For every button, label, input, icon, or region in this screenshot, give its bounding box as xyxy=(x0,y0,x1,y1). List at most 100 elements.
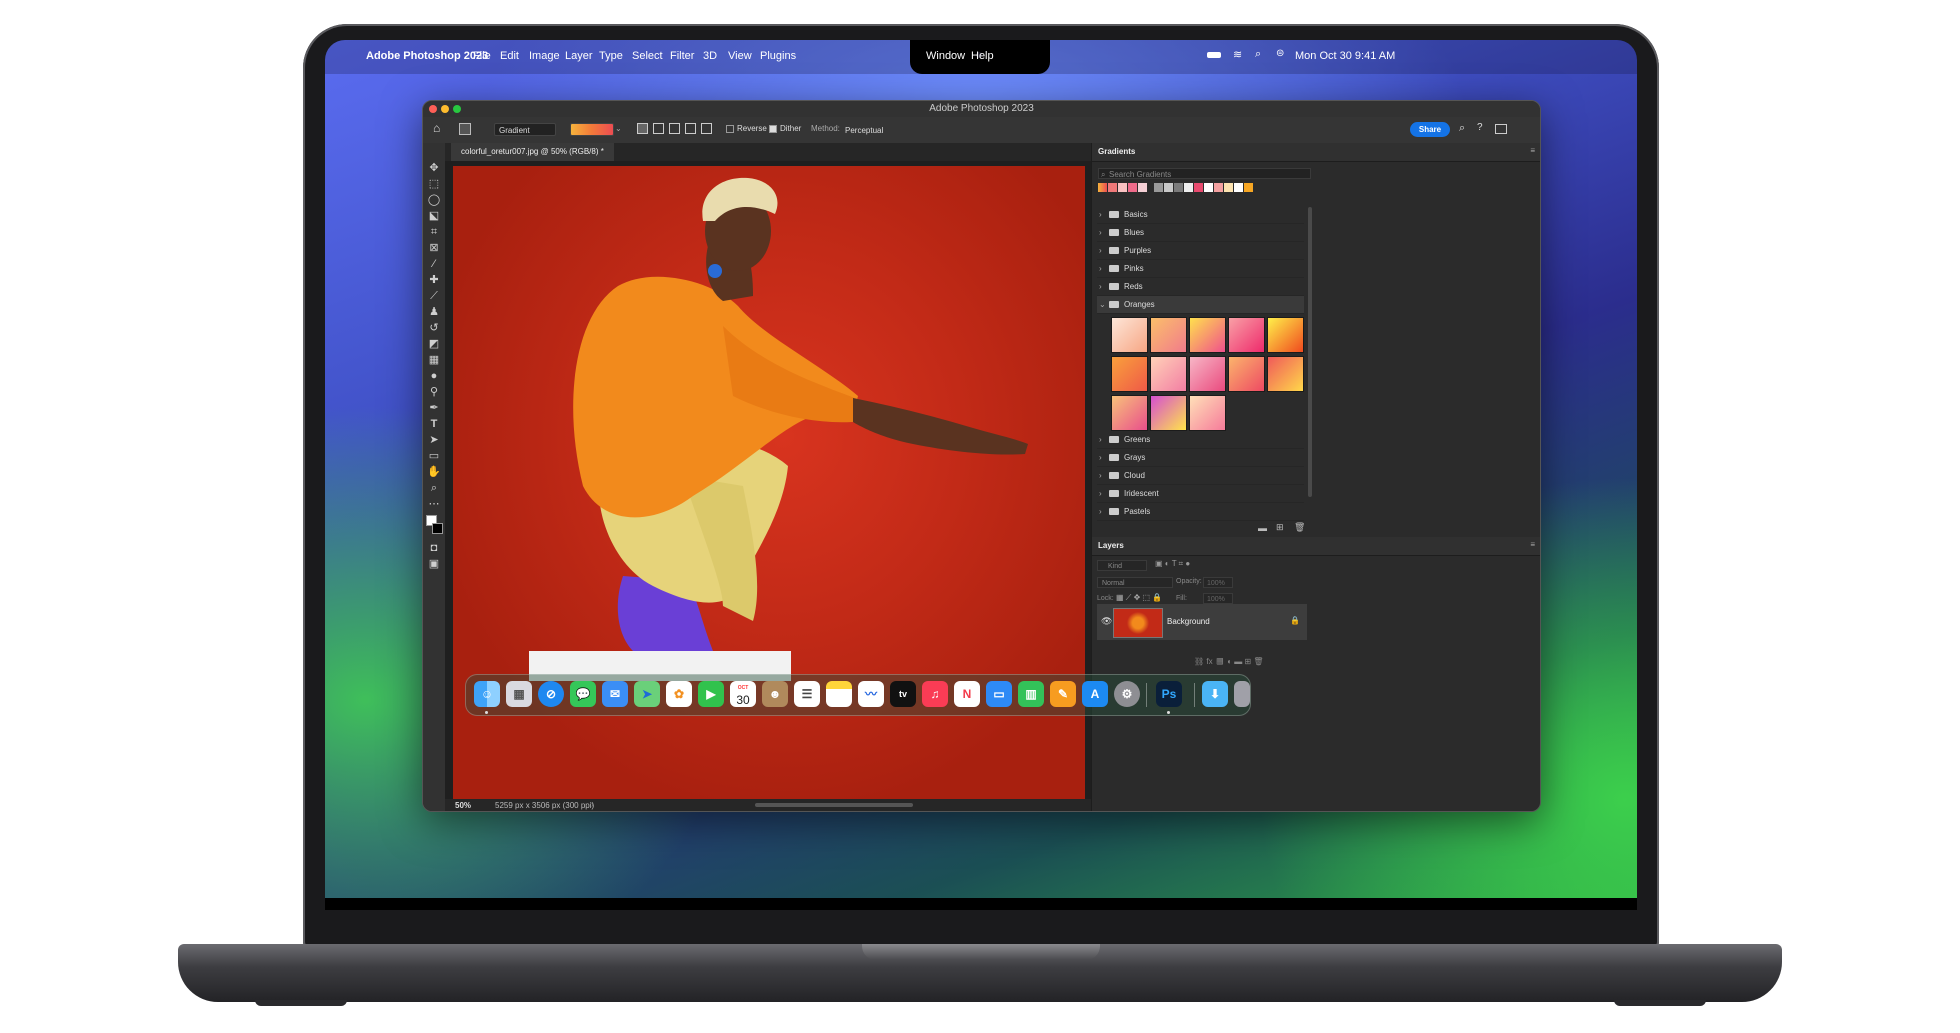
menu-type[interactable]: Type xyxy=(599,50,623,62)
layer-row-background[interactable]: 👁 Background 🔒 xyxy=(1097,604,1307,640)
chevron-down-icon[interactable]: ⌄ xyxy=(615,124,622,133)
folder-pinks[interactable]: › Pinks xyxy=(1097,260,1304,278)
document-tab[interactable]: colorful_oretur007.jpg @ 50% (RGB/8) * xyxy=(451,143,614,161)
recent-gradient-swatch[interactable] xyxy=(1138,183,1147,192)
menu-view[interactable]: View xyxy=(728,50,752,62)
gradient-tile[interactable] xyxy=(1267,317,1304,353)
mail-icon[interactable]: ✉ xyxy=(602,681,628,707)
object-select-tool-icon[interactable]: ⬕ xyxy=(427,209,441,223)
menu-plugins[interactable]: Plugins xyxy=(760,50,796,62)
downloads-folder-icon[interactable]: ⬇ xyxy=(1202,681,1228,707)
recent-gradient-swatch[interactable] xyxy=(1244,183,1253,192)
gradient-tile[interactable] xyxy=(1111,356,1148,392)
menu-help[interactable]: Help xyxy=(971,50,994,62)
minimize-window-button[interactable] xyxy=(441,105,449,113)
gradient-tile[interactable] xyxy=(1189,395,1226,431)
pen-tool-icon[interactable]: ✒ xyxy=(427,401,441,415)
folder-cloud[interactable]: › Cloud xyxy=(1097,467,1304,485)
screen-mode-icon[interactable]: ▣ xyxy=(427,557,441,571)
horizontal-scrollbar[interactable] xyxy=(755,803,913,807)
battery-icon[interactable] xyxy=(1207,52,1221,58)
safari-icon[interactable]: ⊘ xyxy=(538,681,564,707)
frame-tool-icon[interactable]: ⊠ xyxy=(427,241,441,255)
trash-icon[interactable]: 🗑 xyxy=(1294,522,1305,533)
gradient-tile[interactable] xyxy=(1150,356,1187,392)
layer-filter-icons[interactable]: ▣ ◐ T ⌗ ● xyxy=(1155,559,1190,569)
gradient-tile[interactable] xyxy=(1111,317,1148,353)
crop-tool-icon[interactable]: ⌗ xyxy=(427,225,441,239)
gradient-tile[interactable] xyxy=(1267,356,1304,392)
menu-edit[interactable]: Edit xyxy=(500,50,519,62)
menu-window[interactable]: Window xyxy=(926,50,965,62)
dodge-tool-icon[interactable]: ⚲ xyxy=(427,385,441,399)
folder-iridescent[interactable]: › Iridescent xyxy=(1097,485,1304,503)
blur-tool-icon[interactable]: ● xyxy=(427,369,441,383)
gradient-tile[interactable] xyxy=(1150,395,1187,431)
new-folder-icon[interactable]: ▬ xyxy=(1258,523,1267,533)
gradients-panel-title[interactable]: Gradients xyxy=(1098,147,1135,156)
contacts-icon[interactable]: ☻ xyxy=(762,681,788,707)
stamp-tool-icon[interactable]: ♟ xyxy=(427,305,441,319)
new-gradient-icon[interactable]: ⊞ xyxy=(1276,522,1284,533)
layer-filter-kind[interactable]: Kind xyxy=(1097,560,1147,571)
move-tool-icon[interactable]: ✥ xyxy=(427,161,441,175)
recent-gradient-swatch[interactable] xyxy=(1098,183,1107,192)
menu-clock[interactable]: Mon Oct 30 9:41 AM xyxy=(1295,50,1395,62)
numbers-icon[interactable]: ▥ xyxy=(1018,681,1044,707)
recent-gradient-swatch[interactable] xyxy=(1164,183,1173,192)
freeform-icon[interactable]: 〰 xyxy=(858,681,884,707)
recent-gradient-swatch[interactable] xyxy=(1214,183,1223,192)
gradient-tile[interactable] xyxy=(1228,356,1265,392)
path-select-tool-icon[interactable]: ➤ xyxy=(427,433,441,447)
recent-gradient-swatch[interactable] xyxy=(1224,183,1233,192)
gradient-type-dropdown[interactable]: Gradient xyxy=(494,123,556,136)
recent-gradient-swatch[interactable] xyxy=(1204,183,1213,192)
diamond-gradient-icon[interactable] xyxy=(701,123,712,134)
trash-icon[interactable] xyxy=(1234,681,1250,707)
photoshop-dock-icon[interactable]: Ps xyxy=(1156,681,1182,707)
gradient-tile[interactable] xyxy=(1111,395,1148,431)
zoom-level[interactable]: 50% xyxy=(455,801,471,810)
gradient-tile[interactable] xyxy=(1189,317,1226,353)
method-dropdown[interactable]: Perceptual xyxy=(840,123,886,136)
document-info[interactable]: 5259 px x 3506 px (300 ppi) xyxy=(495,801,594,810)
close-window-button[interactable] xyxy=(429,105,437,113)
reverse-checkbox[interactable] xyxy=(726,125,734,133)
recent-gradient-swatch[interactable] xyxy=(1174,183,1183,192)
gradient-tile[interactable] xyxy=(1189,356,1226,392)
search-icon[interactable]: ⌕ xyxy=(1255,48,1261,61)
keynote-icon[interactable]: ▭ xyxy=(986,681,1012,707)
tool-preset-icon[interactable] xyxy=(459,123,471,135)
reflected-gradient-icon[interactable] xyxy=(685,123,696,134)
eye-icon[interactable]: 👁 xyxy=(1101,616,1112,627)
brush-tool-icon[interactable]: ⟋ xyxy=(427,289,441,303)
app-store-icon[interactable]: A xyxy=(1082,681,1108,707)
quick-mask-icon[interactable]: ◘ xyxy=(427,541,441,555)
folder-blues[interactable]: › Blues xyxy=(1097,224,1304,242)
menu-file[interactable]: File xyxy=(473,50,491,62)
folder-reds[interactable]: › Reds xyxy=(1097,278,1304,296)
more-tools-icon[interactable]: ⋯ xyxy=(427,497,441,511)
recent-gradient-swatch[interactable] xyxy=(1154,183,1163,192)
menu-3d[interactable]: 3D xyxy=(703,50,717,62)
search-icon[interactable]: ⌕ xyxy=(1459,122,1465,135)
app-menu[interactable]: Adobe Photoshop 2023 xyxy=(366,50,488,62)
zoom-window-button[interactable] xyxy=(453,105,461,113)
help-icon[interactable]: ? xyxy=(1477,122,1483,133)
linear-gradient-icon[interactable] xyxy=(637,123,648,134)
lock-icon[interactable]: 🔒 xyxy=(1290,616,1300,625)
panel-menu-icon[interactable]: ≡ xyxy=(1530,540,1535,549)
angle-gradient-icon[interactable] xyxy=(669,123,680,134)
music-icon[interactable]: ♫ xyxy=(922,681,948,707)
radial-gradient-icon[interactable] xyxy=(653,123,664,134)
gradients-scrollbar[interactable] xyxy=(1308,207,1312,497)
blend-mode-dropdown[interactable]: Normal xyxy=(1097,577,1173,588)
maps-icon[interactable]: ➤ xyxy=(634,681,660,707)
menu-select[interactable]: Select xyxy=(632,50,663,62)
zoom-tool-icon[interactable]: ⌕ xyxy=(427,481,441,495)
folder-pastels[interactable]: › Pastels xyxy=(1097,503,1304,521)
recent-gradient-swatch[interactable] xyxy=(1128,183,1137,192)
system-settings-icon[interactable]: ⚙ xyxy=(1114,681,1140,707)
gradient-tile[interactable] xyxy=(1150,317,1187,353)
notes-icon[interactable] xyxy=(826,681,852,707)
